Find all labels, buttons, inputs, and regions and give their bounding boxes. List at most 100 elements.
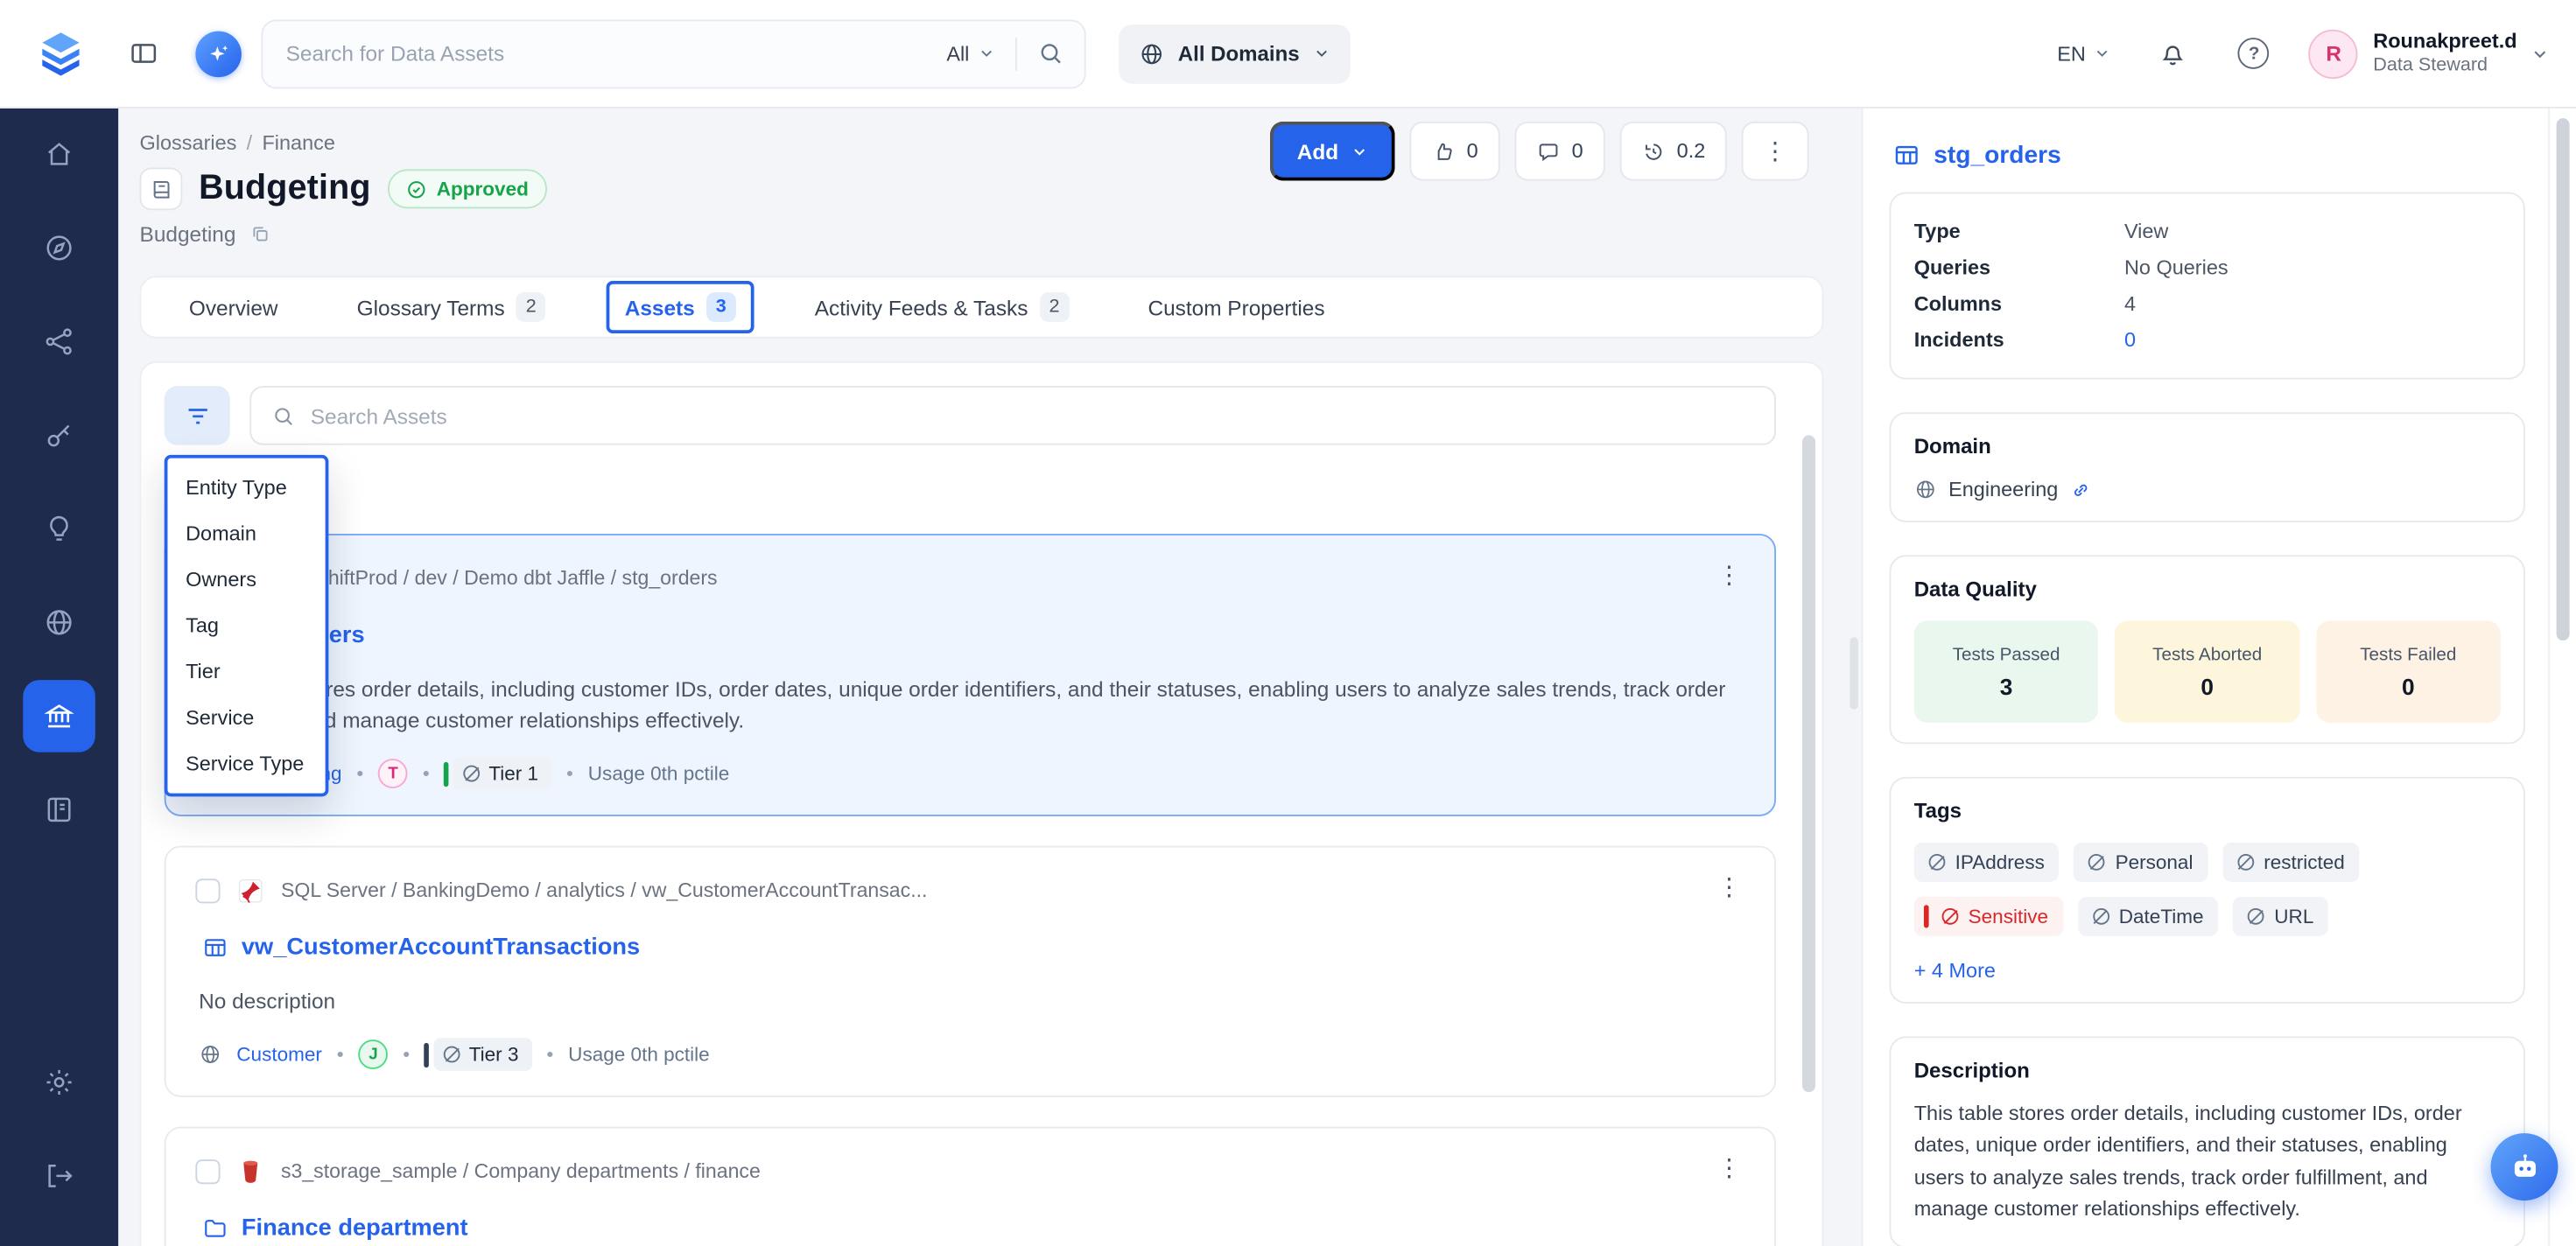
copy-icon[interactable] [249, 222, 270, 243]
asset-details-panel: stg_orders Type View Queries No Queries … [1862, 108, 2549, 1246]
tab-count-badge: 2 [1040, 292, 1070, 322]
tab-glossary-terms[interactable]: Glossary Terms 2 [339, 281, 564, 333]
details-title[interactable]: stg_orders [1934, 141, 2061, 169]
tier-color-bar [445, 761, 450, 786]
breadcrumb-finance[interactable]: Finance [262, 131, 334, 154]
asset-card-vw-customer[interactable]: SQL Server / BankingDemo / analytics / v… [165, 846, 1776, 1097]
asset-domain-link[interactable]: Customer [236, 1043, 322, 1066]
global-search-input[interactable] [286, 41, 947, 66]
tests-aborted-stat: Tests Aborted 0 [2115, 621, 2299, 723]
language-selector[interactable]: EN [2057, 42, 2112, 65]
asset-kebab-icon[interactable]: ⋮ [1707, 556, 1751, 592]
breadcrumb-glossaries[interactable]: Glossaries [140, 131, 237, 154]
sidebar-item-explore[interactable] [23, 212, 95, 284]
search-scope-dropdown[interactable]: All [946, 42, 995, 65]
stat-label: Tests Failed [2360, 645, 2456, 665]
tag-slash-icon [2237, 854, 2254, 871]
notifications-bell-icon[interactable] [2158, 38, 2189, 69]
filter-button[interactable] [165, 386, 230, 445]
filter-option-service-type[interactable]: Service Type [167, 741, 325, 788]
tag-chip-sensitive[interactable]: Sensitive [1914, 897, 2063, 936]
chat-assistant-fab[interactable] [2491, 1133, 2558, 1200]
tag-slash-icon [1929, 854, 1946, 871]
sidebar-item-settings[interactable] [23, 1046, 95, 1119]
tag-chip-url[interactable]: URL [2233, 897, 2328, 936]
filter-option-owners[interactable]: Owners [167, 556, 325, 603]
tag-label: restricted [2264, 850, 2345, 873]
description-text: This table stores order details, includi… [1914, 1099, 2501, 1226]
asset-search [249, 386, 1776, 445]
details-info-card: Type View Queries No Queries Columns 4 I… [1890, 192, 2525, 380]
sidebar-item-logout[interactable] [23, 1140, 95, 1213]
sidebar-item-web[interactable] [23, 586, 95, 659]
asset-card-stg-orders[interactable]: RedshiftProd / dev / Demo dbt Jaffle / s… [165, 534, 1776, 816]
add-button[interactable]: Add [1271, 122, 1394, 181]
tag-chip-ipaddress[interactable]: IPAddress [1914, 843, 2060, 882]
tag-chip-datetime[interactable]: DateTime [2078, 897, 2219, 936]
like-button[interactable]: 0 [1409, 122, 1499, 181]
home-icon [43, 138, 76, 172]
asset-title-link[interactable]: Finance department [202, 1210, 1748, 1246]
more-tags-link[interactable]: + 4 More [1914, 959, 2501, 982]
asset-kebab-icon[interactable]: ⋮ [1707, 869, 1751, 905]
ai-assistant-button[interactable] [195, 31, 242, 77]
asset-list: RedshiftProd / dev / Demo dbt Jaffle / s… [165, 534, 1776, 1246]
filter-option-service[interactable]: Service [167, 695, 325, 741]
user-menu-chevron-icon[interactable] [2530, 44, 2551, 64]
sidebar-item-insights[interactable] [23, 493, 95, 565]
filter-option-domain[interactable]: Domain [167, 511, 325, 557]
sidebar-item-lineage[interactable] [23, 305, 95, 378]
atlan-logo-icon[interactable] [36, 29, 85, 78]
gear-icon [43, 1066, 76, 1099]
incidents-link[interactable]: 0 [2124, 328, 2136, 351]
filter-dropdown: Entity Type Domain Owners Tag Tier Servi… [165, 455, 329, 796]
tab-activity-feeds[interactable]: Activity Feeds & Tasks 2 [797, 281, 1087, 333]
asset-search-input[interactable] [311, 403, 1755, 428]
all-domains-dropdown[interactable]: All Domains [1119, 24, 1351, 83]
header-actions: Add 0 0 0.2 ⋮ [1271, 122, 1809, 181]
sidebar-item-access[interactable] [23, 399, 95, 472]
sidebar-toggle-icon[interactable] [128, 38, 159, 69]
table-icon [202, 934, 228, 961]
asset-checkbox[interactable] [195, 1158, 220, 1183]
asset-card-finance-department[interactable]: s3_storage_sample / Company departments … [165, 1127, 1776, 1246]
filter-option-entity-type[interactable]: Entity Type [167, 465, 325, 511]
sidebar-item-docs[interactable] [23, 774, 95, 846]
asset-kebab-icon[interactable]: ⋮ [1707, 1150, 1751, 1186]
asset-checkbox[interactable] [195, 878, 220, 902]
tab-assets[interactable]: Assets 3 [607, 281, 754, 333]
info-label: Columns [1914, 292, 2124, 315]
comments-button[interactable]: 0 [1514, 122, 1604, 181]
more-actions-button[interactable]: ⋮ [1742, 122, 1809, 181]
tab-custom-properties[interactable]: Custom Properties [1130, 284, 1343, 331]
popularity-button[interactable]: 0.2 [1619, 122, 1727, 181]
book-icon [43, 794, 76, 827]
sidebar-item-governance[interactable] [23, 680, 95, 752]
help-icon[interactable]: ? [2238, 38, 2270, 69]
user-name: Rounakpreet.d [2373, 29, 2516, 54]
assets-scrollbar-thumb[interactable] [1802, 435, 1815, 1092]
tag-chip-restricted[interactable]: restricted [2222, 843, 2359, 882]
domain-value[interactable]: Engineering [1948, 478, 2058, 500]
tab-bar: Overview Glossary Terms 2 Assets 3 Activ… [140, 276, 1824, 338]
sql-server-source-icon [236, 876, 264, 904]
page-subtitle: Budgeting [140, 220, 236, 245]
asset-title-link[interactable]: vw_CustomerAccountTransactions [202, 929, 1748, 965]
tag-chip-personal[interactable]: Personal [2074, 843, 2208, 882]
page-scrollbar-thumb[interactable] [2557, 118, 2570, 640]
user-avatar[interactable]: R [2309, 29, 2358, 78]
filter-icon [183, 402, 211, 430]
asset-title-link[interactable]: stg_orders [202, 618, 1748, 654]
kebab-icon: ⋮ [1763, 136, 1787, 166]
filter-option-tier[interactable]: Tier [167, 648, 325, 695]
chevron-down-icon [1313, 45, 1331, 63]
panel-resize-handle[interactable] [1850, 637, 1857, 710]
tab-overview[interactable]: Overview [171, 284, 296, 331]
tier-badge: Tier 3 [425, 1038, 531, 1071]
chevron-down-icon [1350, 142, 1368, 160]
search-icon[interactable] [1036, 39, 1064, 67]
search-scope-label: All [946, 42, 969, 65]
filter-option-tag[interactable]: Tag [167, 603, 325, 649]
sidebar-item-home[interactable] [23, 118, 95, 191]
user-menu[interactable]: Rounakpreet.d Data Steward [2373, 29, 2516, 78]
